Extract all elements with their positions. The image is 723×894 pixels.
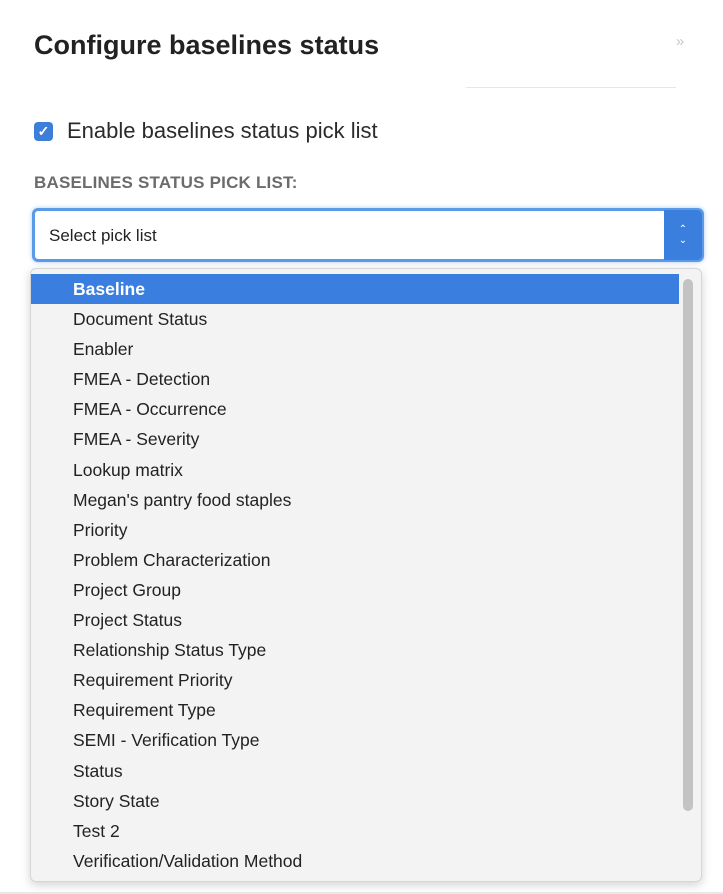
dropdown-option[interactable]: Requirement Type [31, 695, 679, 725]
title-divider [466, 87, 676, 88]
select-arrows-icon[interactable]: ⌃ ⌄ [664, 210, 702, 260]
pick-list-section-label: BASELINES STATUS PICK LIST: [34, 173, 298, 192]
dropdown-option[interactable]: Verification/Validation Method [31, 846, 679, 876]
collapse-icon[interactable]: » [672, 34, 688, 50]
dropdown-option[interactable]: FMEA - Severity [31, 424, 679, 454]
dropdown-option[interactable]: Story State [31, 786, 679, 816]
dropdown-option[interactable]: Project Status [31, 605, 679, 635]
dropdown-option[interactable]: Status [31, 756, 679, 786]
dropdown-option[interactable]: Problem Characterization [31, 545, 679, 575]
dropdown-option[interactable]: Priority [31, 515, 679, 545]
dropdown-option[interactable]: Test 2 [31, 816, 679, 846]
select-value: Select pick list [49, 226, 157, 245]
pick-list-select[interactable]: Select pick list ⌃ ⌄ [32, 208, 704, 262]
dropdown-option[interactable]: Requirement Priority [31, 665, 679, 695]
enable-pick-list-checkbox[interactable]: ✓ [34, 121, 53, 141]
dialog-title: Configure baselines status [34, 30, 380, 60]
dropdown-option[interactable]: Enabler [31, 334, 679, 364]
enable-pick-list-row[interactable]: ✓ Enable baselines status pick list [34, 118, 378, 144]
dropdown-options: Baseline Document Status Enabler FMEA - … [31, 274, 679, 876]
dropdown-scrollbar[interactable] [683, 279, 695, 811]
configure-baselines-dialog: Configure baselines status » ✓ Enable ba… [0, 0, 723, 892]
dropdown-option[interactable]: Megan's pantry food staples [31, 485, 679, 515]
dropdown-option[interactable]: Lookup matrix [31, 455, 679, 485]
dropdown-option[interactable]: Baseline [31, 274, 679, 305]
dropdown-option[interactable]: Document Status [31, 304, 679, 334]
arrow-down-icon: ⌄ [678, 235, 688, 246]
pick-list-dropdown[interactable]: Baseline Document Status Enabler FMEA - … [30, 268, 702, 882]
dropdown-option[interactable]: Project Group [31, 575, 679, 605]
dropdown-option[interactable]: Relationship Status Type [31, 635, 679, 665]
scrollbar-thumb[interactable] [683, 279, 693, 811]
dropdown-option[interactable]: FMEA - Occurrence [31, 394, 679, 424]
dropdown-option[interactable]: SEMI - Verification Type [31, 725, 679, 755]
arrow-up-icon: ⌃ [678, 224, 688, 235]
dropdown-option[interactable]: FMEA - Detection [31, 364, 679, 394]
enable-pick-list-label[interactable]: Enable baselines status pick list [67, 118, 378, 144]
